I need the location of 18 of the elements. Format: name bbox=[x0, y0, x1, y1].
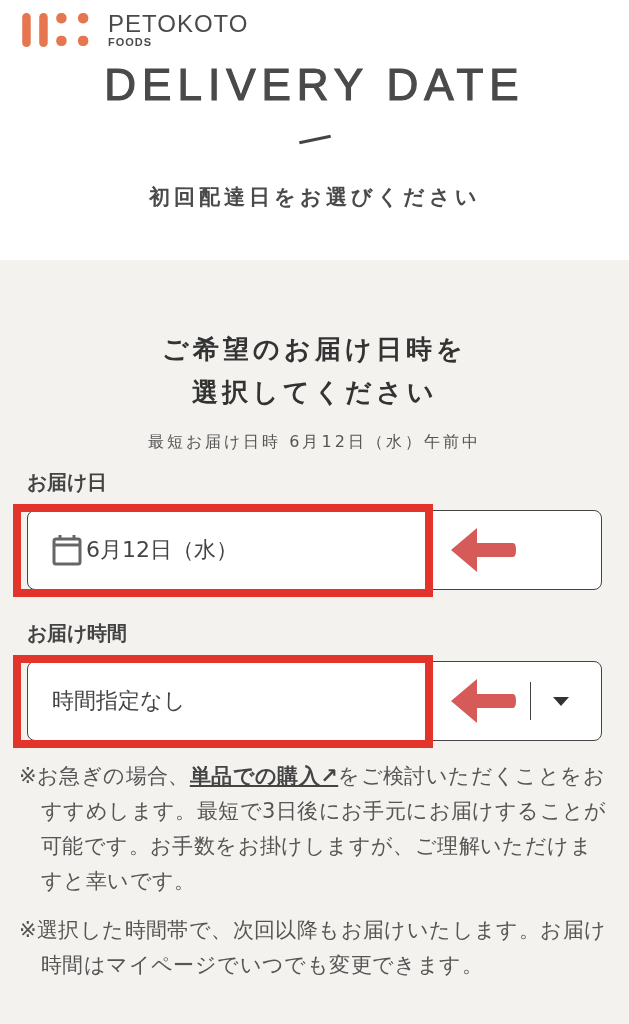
earliest-delivery-text: 最短お届け日時 6月12日（水）午前中 bbox=[147, 432, 482, 453]
calendar-icon bbox=[52, 534, 82, 566]
field-label: お届け日 bbox=[27, 469, 108, 496]
note-text: ※選択した時間帯で、次回以降もお届けいたします。お届け時間はマイページでいつでも変更できます。 bbox=[19, 917, 608, 979]
dropdown-caret-icon bbox=[553, 696, 569, 706]
form-heading: ご希望のお届け日時を bbox=[162, 333, 467, 366]
brand-subtitle: FOODS bbox=[108, 37, 154, 48]
arrow-icon bbox=[449, 677, 517, 725]
note-text: ※お急ぎの場合、単品での購入↗をご検討いただくことをおすすめします。最短で3日後にお手元にお届けすることが可能です。お手数をお掛けしますが、ご理解いただけますと幸いです。 bbox=[19, 763, 608, 895]
arrow-icon bbox=[449, 526, 517, 574]
single-purchase-link[interactable]: 単品での購入↗ bbox=[189, 764, 339, 788]
page-subtitle: 初回配達日をお選びください bbox=[148, 184, 481, 211]
brand-name: PETOKOTO bbox=[108, 12, 249, 36]
date-field[interactable]: 6月12日（水） bbox=[27, 510, 602, 590]
form-heading: 選択してください bbox=[191, 376, 438, 409]
page-title: DELIVERY DATE bbox=[104, 60, 525, 110]
field-label: お届け時間 bbox=[27, 620, 128, 647]
time-select[interactable]: 時間指定なし bbox=[27, 661, 602, 741]
